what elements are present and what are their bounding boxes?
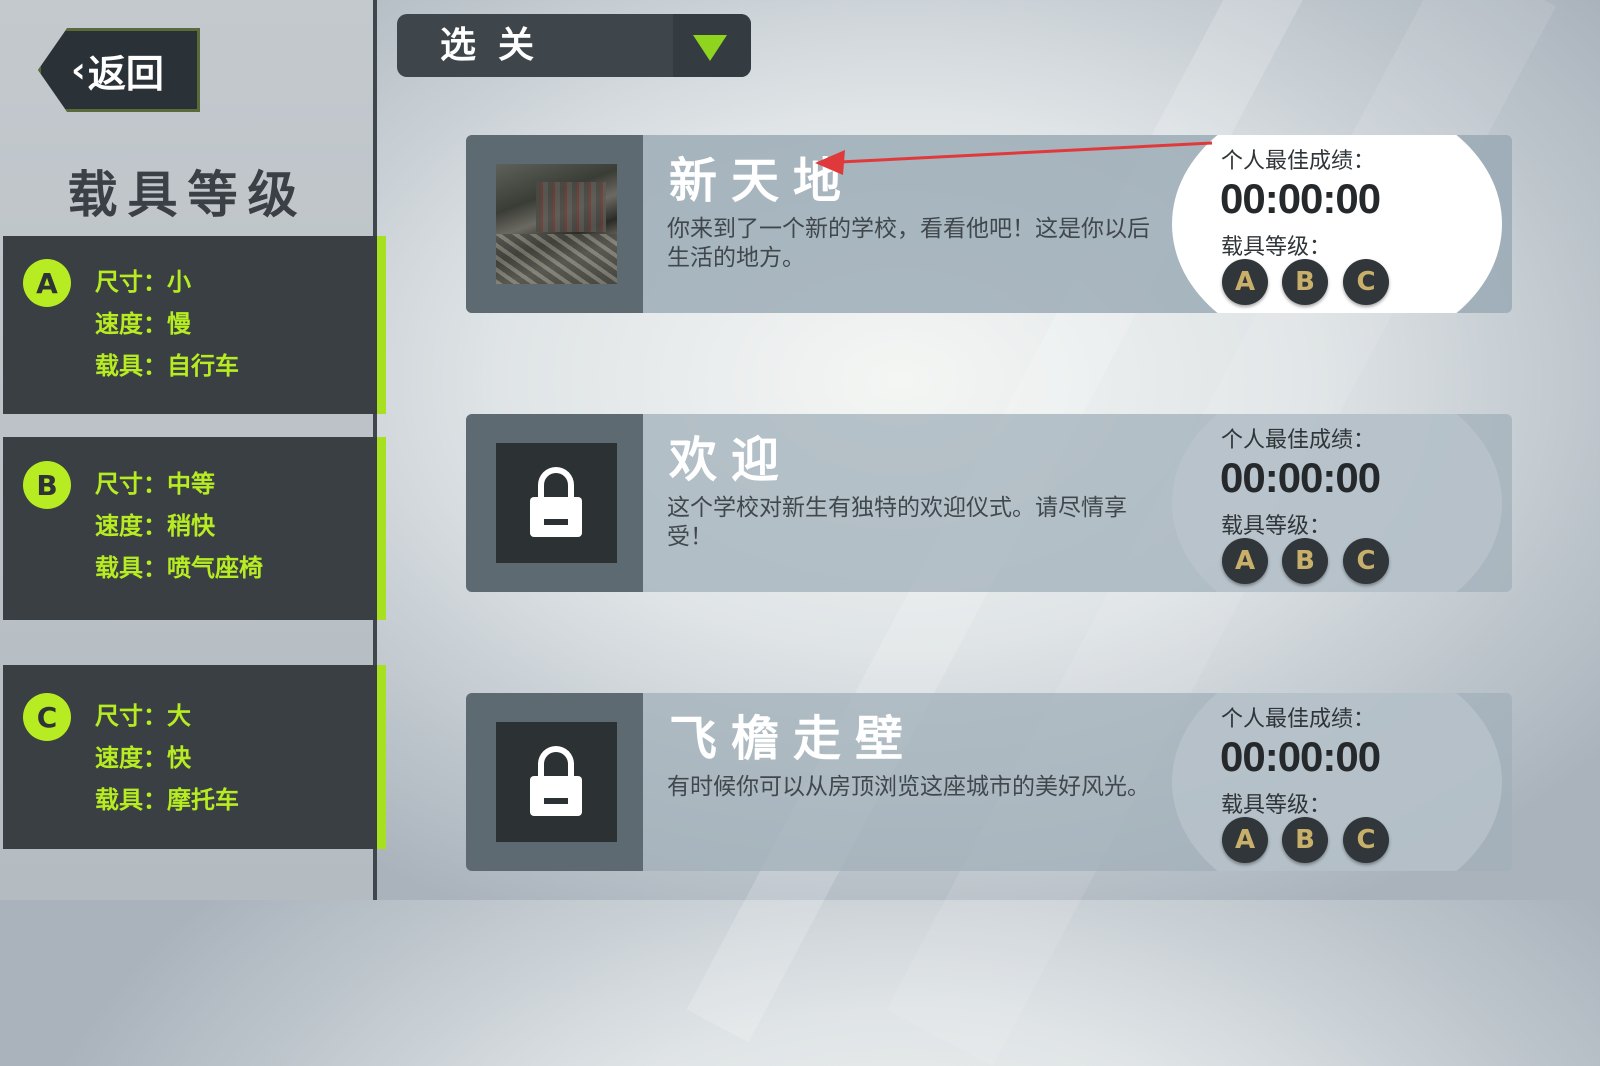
annotation-arrow-line (839, 141, 1213, 164)
annotation-arrow-head (815, 150, 845, 175)
annotation-arrow (815, 141, 1213, 175)
